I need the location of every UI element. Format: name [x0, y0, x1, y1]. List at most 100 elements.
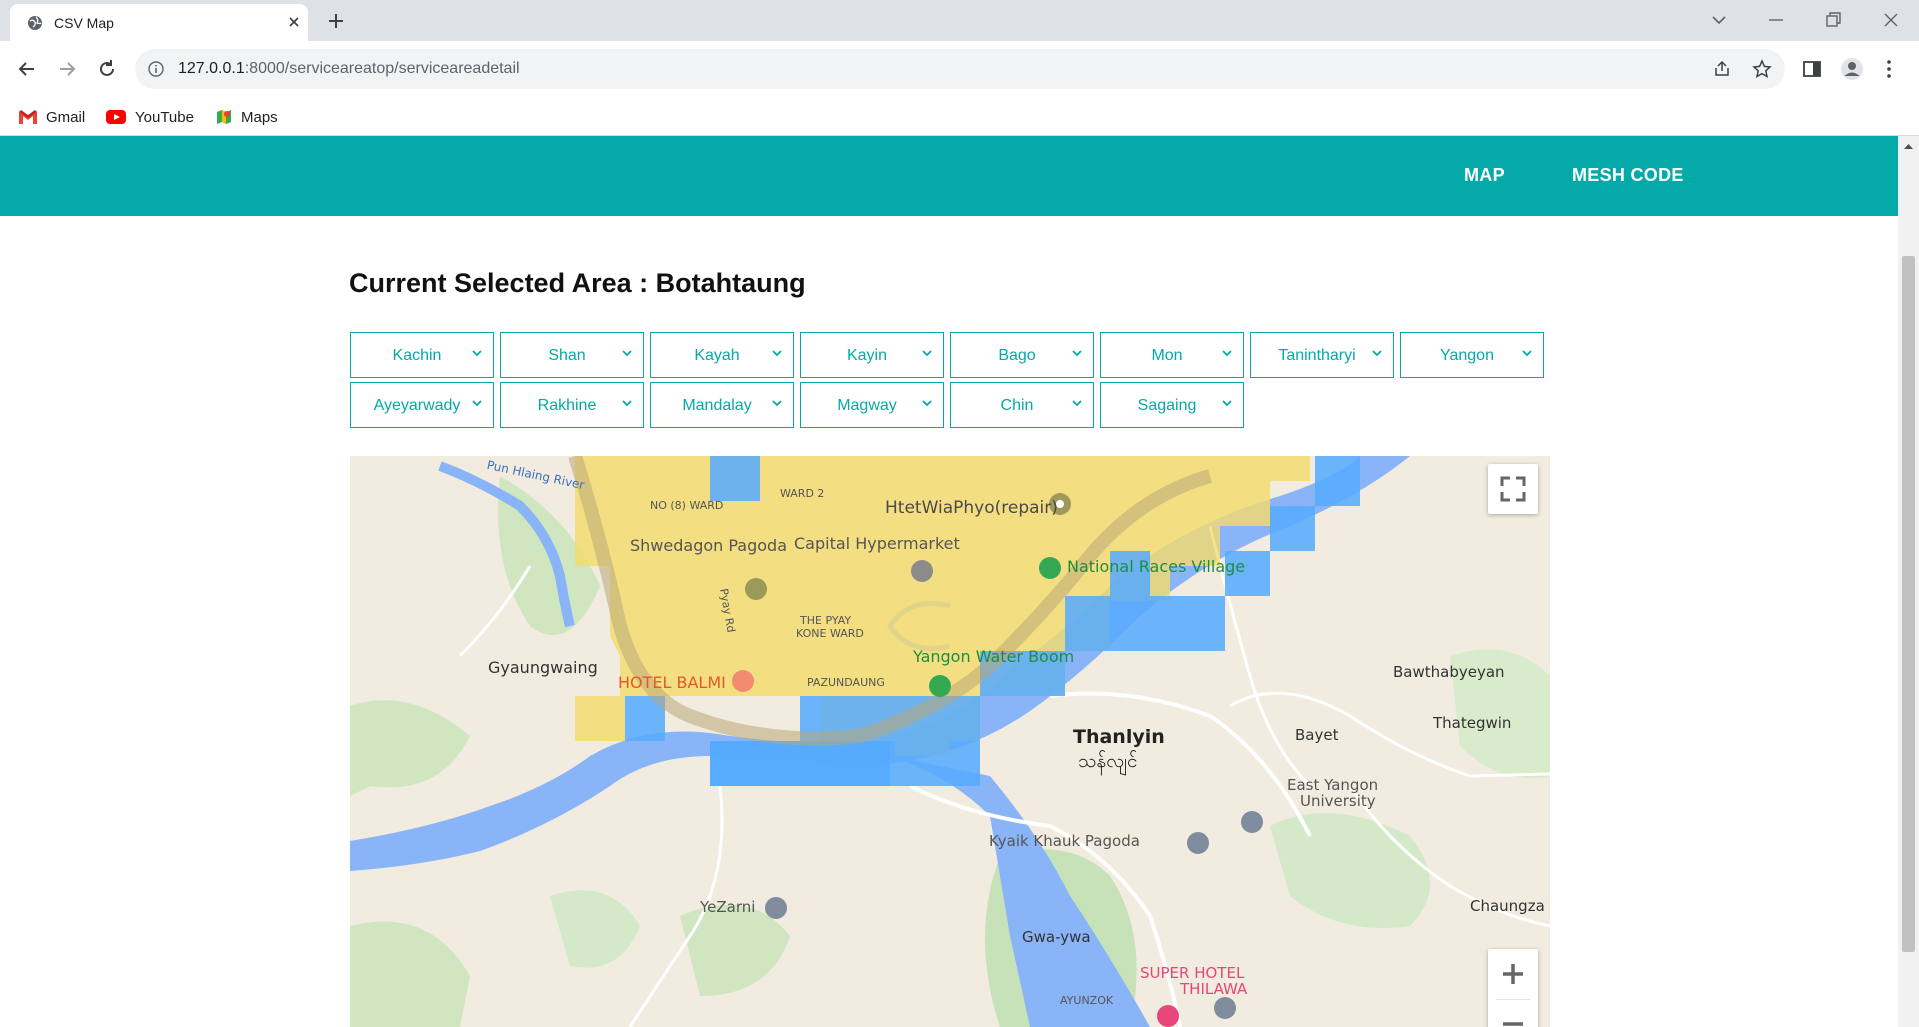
chevron-down-icon	[1072, 400, 1082, 407]
bookmark-youtube[interactable]: YouTube	[105, 105, 194, 129]
new-tab-icon[interactable]	[325, 10, 347, 32]
scrollbar-thumb[interactable]	[1902, 256, 1915, 952]
chevron-down-icon	[922, 350, 932, 357]
reload-icon[interactable]	[94, 56, 120, 82]
page-title: Current Selected Area : Botahtaung	[349, 268, 806, 298]
dropdown-label: Magway	[837, 397, 897, 414]
region-dropdown-rakhine[interactable]: Rakhine	[500, 382, 644, 428]
nav-link-mesh-code[interactable]: MESH CODE	[1572, 165, 1684, 186]
region-dropdown-chin[interactable]: Chin	[950, 382, 1094, 428]
menu-kebab-icon[interactable]	[1877, 57, 1901, 81]
map-label: AYUNZOK	[1060, 994, 1114, 1007]
map-label: NO (8) WARD	[650, 499, 724, 512]
map-label: PAZUNDAUNG	[807, 676, 885, 689]
side-panel-icon[interactable]	[1800, 57, 1824, 81]
nav-link-map[interactable]: MAP	[1464, 165, 1505, 186]
dropdown-label: Sagaing	[1137, 397, 1197, 414]
bookmark-label: YouTube	[135, 108, 194, 126]
url-host: 127.0.0.1	[178, 60, 245, 77]
globe-icon	[28, 16, 42, 30]
map-label: Bayet	[1295, 726, 1339, 744]
region-dropdown-yangon[interactable]: Yangon	[1400, 332, 1544, 378]
chevron-down-icon	[1522, 350, 1532, 357]
close-tab-icon[interactable]	[284, 12, 304, 32]
map-label: Gwa-ywa	[1022, 928, 1091, 946]
bookmark-label: Gmail	[46, 108, 86, 126]
map-label: Chaungza	[1470, 897, 1545, 915]
map-zoom-control	[1488, 949, 1538, 1027]
window-close-icon[interactable]	[1879, 8, 1903, 32]
dropdown-label: Bago	[998, 347, 1036, 364]
map-label: Thanlyin	[1073, 726, 1165, 748]
chevron-down-icon	[622, 350, 632, 357]
dropdown-label: Mandalay	[682, 397, 752, 414]
region-dropdown-kachin[interactable]: Kachin	[350, 332, 494, 378]
map-label: YeZarni	[700, 898, 756, 916]
region-dropdown-mandalay[interactable]: Mandalay	[650, 382, 794, 428]
dropdown-label: Kayah	[694, 347, 740, 364]
map-label: Gyaungwaing	[488, 658, 598, 677]
site-info-icon[interactable]	[148, 61, 164, 77]
back-icon[interactable]	[14, 56, 40, 82]
map-label: KONE WARD	[796, 627, 864, 640]
chevron-down-icon	[922, 400, 932, 407]
forward-icon[interactable]	[54, 56, 80, 82]
region-dropdown-tanintharyi[interactable]: Tanintharyi	[1250, 332, 1394, 378]
chevron-down-icon	[772, 350, 782, 357]
map-label: HtetWiaPhyo(repair)	[885, 498, 1058, 518]
profile-avatar-icon[interactable]	[1840, 57, 1864, 81]
map-label: Capital Hypermarket	[794, 534, 960, 553]
chevron-down-icon	[472, 400, 482, 407]
bookmark-gmail[interactable]: Gmail	[18, 105, 85, 129]
region-dropdown-sagaing[interactable]: Sagaing	[1100, 382, 1244, 428]
chevron-down-icon	[1222, 400, 1232, 407]
tab-title: CSV Map	[54, 15, 114, 31]
map-label: THE PYAY	[800, 614, 852, 627]
map-label: Bawthabyeyan	[1393, 663, 1505, 681]
map-label: Kyaik Khauk Pagoda	[989, 832, 1140, 850]
map-label: THILAWA	[1180, 980, 1248, 998]
dropdown-label: Ayeyarwady	[373, 397, 461, 414]
share-icon[interactable]	[1712, 59, 1732, 79]
dropdown-label: Tanintharyi	[1278, 347, 1356, 364]
bookmark-maps[interactable]: Maps	[215, 105, 278, 129]
fullscreen-icon	[1500, 476, 1526, 502]
chevron-down-icon	[472, 350, 482, 357]
browser-toolbar: 127.0.0.1:8000/serviceareatop/serviceare…	[0, 41, 1919, 99]
chevron-down-icon	[622, 400, 632, 407]
page-scrollbar[interactable]	[1898, 136, 1919, 1027]
address-bar[interactable]: 127.0.0.1:8000/serviceareatop/serviceare…	[135, 49, 1785, 89]
bookmark-star-icon[interactable]	[1752, 59, 1772, 79]
youtube-icon	[106, 110, 126, 124]
restore-icon[interactable]	[1821, 8, 1845, 32]
region-dropdown-kayin[interactable]: Kayin	[800, 332, 944, 378]
scroll-up-icon[interactable]	[1903, 142, 1914, 150]
region-dropdown-magway[interactable]: Magway	[800, 382, 944, 428]
chevron-down-icon	[772, 400, 782, 407]
region-dropdown-ayeyarwady[interactable]: Ayeyarwady	[350, 382, 494, 428]
browser-tab[interactable]: CSV Map	[10, 4, 308, 41]
dropdown-label: Shan	[548, 347, 586, 364]
map-label: Shwedagon Pagoda	[630, 536, 787, 555]
dropdown-label: Chin	[1000, 397, 1034, 414]
page: MAP MESH CODE Current Selected Area : Bo…	[0, 136, 1898, 1027]
map-fullscreen-button[interactable]	[1488, 464, 1538, 514]
tab-search-icon[interactable]	[1707, 8, 1731, 32]
region-dropdown-kayah[interactable]: Kayah	[650, 332, 794, 378]
url-text: 127.0.0.1:8000/serviceareatop/serviceare…	[178, 60, 520, 78]
zoom-out-icon[interactable]	[1488, 999, 1538, 1027]
region-dropdown-mon[interactable]: Mon	[1100, 332, 1244, 378]
map-label: Yangon Water Boom	[913, 647, 1075, 666]
region-dropdown-bago[interactable]: Bago	[950, 332, 1094, 378]
maps-icon	[217, 110, 231, 124]
region-dropdown-shan[interactable]: Shan	[500, 332, 644, 378]
site-navbar: MAP MESH CODE	[0, 136, 1898, 216]
chevron-down-icon	[1222, 350, 1232, 357]
map-canvas[interactable]: Pun Hlaing River NO (8) WARD WARD 2 Htet…	[350, 456, 1550, 1027]
dropdown-label: Rakhine	[537, 397, 597, 414]
minimize-icon[interactable]	[1764, 8, 1788, 32]
dropdown-label: Yangon	[1440, 347, 1494, 364]
dropdown-label: Kayin	[846, 347, 888, 364]
zoom-in-icon[interactable]	[1488, 949, 1538, 999]
map-label: HOTEL BALMI	[618, 673, 726, 692]
